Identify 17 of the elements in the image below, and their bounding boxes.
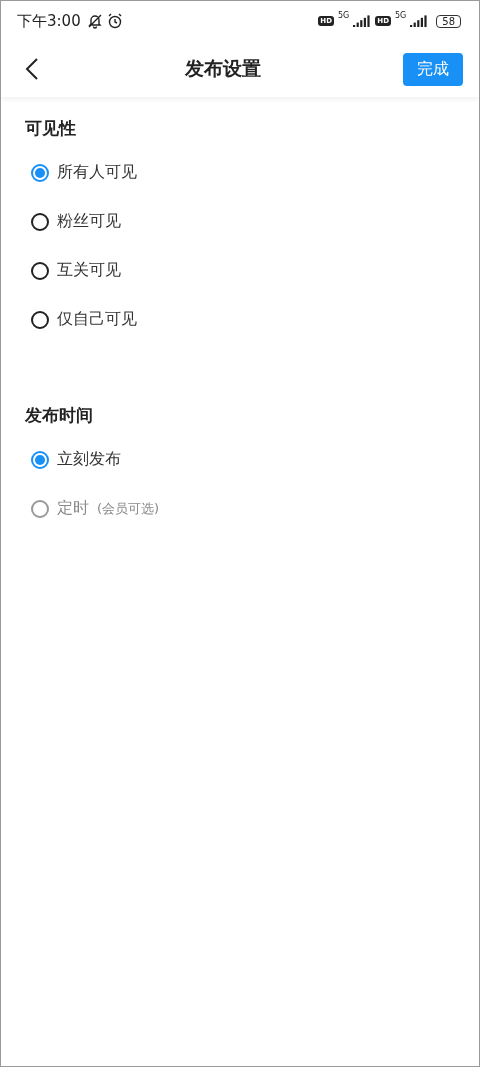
radio-option[interactable]: 粉丝可见 bbox=[25, 197, 455, 246]
radio-option[interactable]: 立刻发布 bbox=[25, 435, 455, 484]
signal-icon bbox=[353, 15, 372, 27]
network-type: 5G bbox=[338, 11, 350, 20]
radio-option[interactable]: 仅自己可见 bbox=[25, 295, 455, 344]
radio-option[interactable]: 所有人可见 bbox=[25, 148, 455, 197]
section-title: 可见性 bbox=[25, 117, 77, 140]
status-time: 下午3:00 bbox=[17, 11, 81, 31]
page-title: 发布设置 bbox=[185, 56, 261, 81]
radio-option[interactable]: 互关可见 bbox=[25, 246, 455, 295]
network-type: 5G bbox=[394, 11, 407, 20]
alarm-icon bbox=[106, 13, 123, 29]
section-title: 发布时间 bbox=[25, 404, 94, 427]
bell-off-icon bbox=[86, 13, 103, 29]
battery-level: 58 bbox=[436, 14, 461, 28]
signal-icon bbox=[410, 15, 429, 27]
option-note: (会员可选) bbox=[97, 499, 160, 518]
